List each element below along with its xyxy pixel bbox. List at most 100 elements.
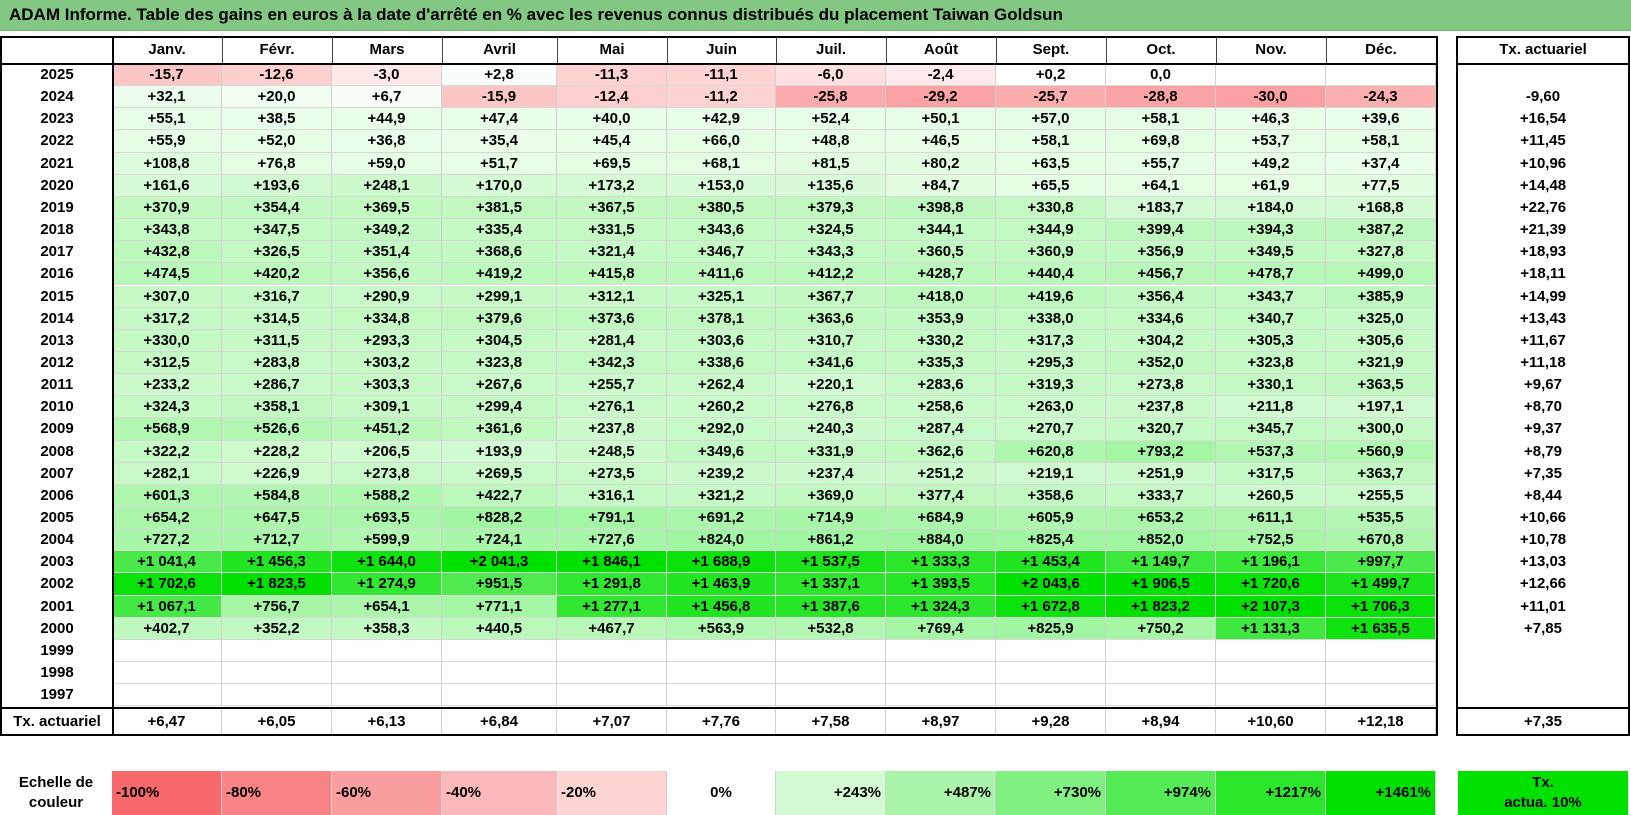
gain-cell: +32,1 [112, 86, 222, 109]
gain-cell [112, 684, 222, 707]
gain-cell: +499,0 [1326, 263, 1436, 286]
gain-cell: +292,0 [667, 418, 776, 441]
gain-cell: +343,8 [112, 219, 222, 242]
rate-cell: +13,03 [1519, 553, 1567, 571]
rate-cell: +14,99 [1519, 287, 1567, 305]
gain-cell: +345,7 [1216, 418, 1326, 441]
gain-cell: +64,1 [1106, 174, 1216, 197]
gain-cell: +57,0 [996, 108, 1106, 131]
gain-cell: +340,7 [1216, 307, 1326, 330]
scale-rate-line2: actua. 10% [1504, 794, 1582, 811]
gain-cell: +654,2 [112, 507, 222, 530]
gain-cell: +52,0 [222, 130, 332, 153]
gain-cell: +474,5 [112, 263, 222, 286]
gain-cell: +563,9 [667, 617, 776, 640]
gain-cell: +828,2 [442, 507, 557, 530]
gain-cell: +588,2 [332, 484, 442, 507]
rate-cell [1458, 64, 1628, 86]
scale-swatch: +730% [996, 771, 1106, 815]
gain-cell: +251,9 [1106, 462, 1216, 485]
gain-cell: -11,3 [557, 64, 667, 87]
gain-cell: +281,4 [557, 329, 667, 352]
gain-cell: +535,5 [1326, 507, 1436, 530]
gain-cell: +379,3 [776, 196, 886, 220]
gain-cell: +367,5 [557, 196, 667, 220]
gain-cell: +197,1 [1326, 396, 1436, 419]
gain-cell: +343,7 [1216, 285, 1326, 308]
gain-cell: +335,3 [886, 351, 996, 375]
gain-cell: +0,2 [996, 64, 1106, 87]
gain-cell: +286,7 [222, 374, 332, 397]
rate-cell: +13,43 [1519, 309, 1567, 327]
gain-cell: +305,6 [1326, 329, 1436, 352]
gain-cell [442, 639, 557, 663]
rate-cell: +18,11 [1520, 265, 1566, 283]
gain-cell: +44,9 [332, 108, 442, 131]
month-header: Avril [483, 41, 516, 58]
gain-cell [996, 684, 1106, 707]
gain-cell: +351,4 [332, 241, 442, 264]
rate-cell: +10,96 [1519, 154, 1567, 172]
gain-cell: +1 453,4 [996, 551, 1106, 574]
gain-cell: +411,6 [667, 263, 776, 286]
gain-cell: -11,2 [667, 86, 776, 109]
gain-cell: +293,3 [332, 329, 442, 352]
gain-cell: +65,5 [996, 174, 1106, 197]
gain-cell: +66,0 [667, 130, 776, 153]
gain-cell: +653,2 [1106, 507, 1216, 530]
gain-cell: +451,2 [332, 418, 442, 441]
rate-cell: +11,18 [1520, 353, 1566, 371]
gain-cell: +1 823,2 [1106, 595, 1216, 618]
gain-cell: +312,1 [557, 285, 667, 308]
gain-cell [1326, 662, 1436, 685]
gain-cell: +352,2 [222, 617, 332, 640]
gain-cell: +432,8 [112, 241, 222, 264]
gain-cell: +276,1 [557, 396, 667, 419]
gain-cell: +321,4 [557, 241, 667, 264]
gain-cell: +53,7 [1216, 130, 1326, 153]
year-label: 2011 [40, 376, 74, 394]
gain-cell: +283,6 [886, 374, 996, 397]
gain-cell: +321,2 [667, 484, 776, 507]
gain-cell: -3,0 [332, 64, 442, 87]
gain-cell: +791,1 [557, 507, 667, 530]
rate-cell: +14,48 [1519, 176, 1567, 194]
gain-cell: +1 702,6 [112, 573, 222, 596]
gain-cell: +331,9 [776, 440, 886, 463]
gain-cell: +153,0 [667, 174, 776, 197]
gain-cell: +184,0 [1216, 196, 1326, 220]
gain-cell [667, 662, 776, 685]
gain-cell: +1 324,3 [886, 595, 996, 618]
gain-cell: +861,2 [776, 529, 886, 552]
gain-cell: +37,4 [1326, 152, 1436, 175]
gain-cell: +601,3 [112, 484, 222, 507]
gain-cell: +752,5 [1216, 529, 1326, 552]
gain-cell: +385,9 [1326, 285, 1436, 308]
gain-cell: +343,3 [776, 241, 886, 264]
gain-cell: +311,5 [222, 329, 332, 352]
gain-cell: +1 277,1 [557, 595, 667, 618]
gain-cell: +793,2 [1106, 440, 1216, 463]
month-header: Mai [599, 41, 625, 58]
footer-rate-cell: +9,28 [996, 709, 1106, 735]
gain-cell: +526,6 [222, 418, 332, 441]
gain-cell: +55,9 [112, 130, 222, 153]
gain-cell: +287,4 [886, 418, 996, 441]
year-label: 2017 [40, 243, 74, 261]
gain-cell: +273,8 [332, 462, 442, 485]
gain-cell: +276,8 [776, 396, 886, 419]
gain-cell: +46,5 [886, 130, 996, 153]
gain-cell: +331,5 [557, 219, 667, 242]
gain-cell [996, 662, 1106, 685]
gain-cell: +321,9 [1326, 351, 1436, 375]
gain-cell: +58,1 [1326, 130, 1436, 153]
rate-footer-divider [1456, 707, 1630, 710]
rate-cell: +7,85 [1524, 619, 1562, 637]
gain-cell: +341,6 [776, 351, 886, 375]
gain-cell: -6,0 [776, 64, 886, 87]
gain-cell: +322,2 [112, 440, 222, 463]
rate-cell: +7,35 [1524, 464, 1562, 482]
gain-cell: +825,4 [996, 529, 1106, 552]
gain-cell: +330,2 [886, 329, 996, 352]
gain-cell: +303,2 [332, 351, 442, 375]
